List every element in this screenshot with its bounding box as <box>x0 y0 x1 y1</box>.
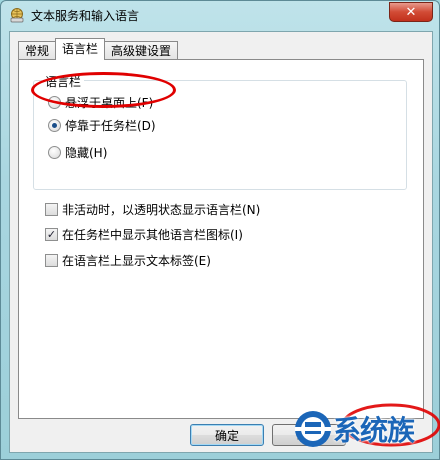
title-bar[interactable]: 文本服务和输入语言 ✕ <box>1 1 439 29</box>
globe-keyboard-icon <box>10 8 24 23</box>
tab-strip: 常规 语言栏 高级键设置 <box>18 38 179 60</box>
radio-label: 隐藏(H) <box>65 145 108 160</box>
checkbox[interactable] <box>45 202 58 216</box>
radio-button-selected[interactable] <box>48 118 61 132</box>
checkbox-show-text-labels[interactable]: 在语言栏上显示文本标签(E) <box>45 251 211 269</box>
checkbox-transparent-when-inactive[interactable]: 非活动时，以透明状态显示语言栏(N) <box>45 200 260 218</box>
close-icon: ✕ <box>405 4 417 20</box>
window-title: 文本服务和输入语言 <box>31 9 140 23</box>
language-bar-panel: 语言栏 悬浮于桌面上(F) 停靠于任务栏(D) 隐藏(H) 非活动时，以透明状态… <box>18 59 424 419</box>
radio-hidden[interactable]: 隐藏(H) <box>48 143 107 161</box>
radio-dock-in-taskbar[interactable]: 停靠于任务栏(D) <box>48 116 156 134</box>
annotation-ellipse <box>31 72 176 108</box>
ok-button[interactable]: 确定 <box>190 424 264 446</box>
close-button[interactable]: ✕ <box>389 2 433 22</box>
radio-label: 停靠于任务栏(D) <box>65 118 156 133</box>
dialog-window: 文本服务和输入语言 ✕ 常规 语言栏 高级键设置 语言栏 悬浮于桌面上(F) 停… <box>0 0 440 460</box>
watermark-logo: 系统族 <box>291 393 440 460</box>
radio-button[interactable] <box>48 145 61 159</box>
checkbox[interactable] <box>45 253 58 267</box>
tab-general[interactable]: 常规 <box>18 41 57 60</box>
checkbox-checked[interactable]: ✓ <box>45 227 58 241</box>
checkbox-label: 非活动时，以透明状态显示语言栏(N) <box>62 202 261 217</box>
checkbox-show-extra-icons-in-taskbar[interactable]: ✓ 在任务栏中显示其他语言栏图标(I) <box>45 225 243 243</box>
checkbox-label: 在语言栏上显示文本标签(E) <box>62 253 211 268</box>
tab-advanced-key-settings[interactable]: 高级键设置 <box>104 41 179 60</box>
watermark-text: 系统族 <box>333 414 415 447</box>
checkbox-label: 在任务栏中显示其他语言栏图标(I) <box>62 227 243 242</box>
tab-language-bar[interactable]: 语言栏 <box>55 38 106 60</box>
